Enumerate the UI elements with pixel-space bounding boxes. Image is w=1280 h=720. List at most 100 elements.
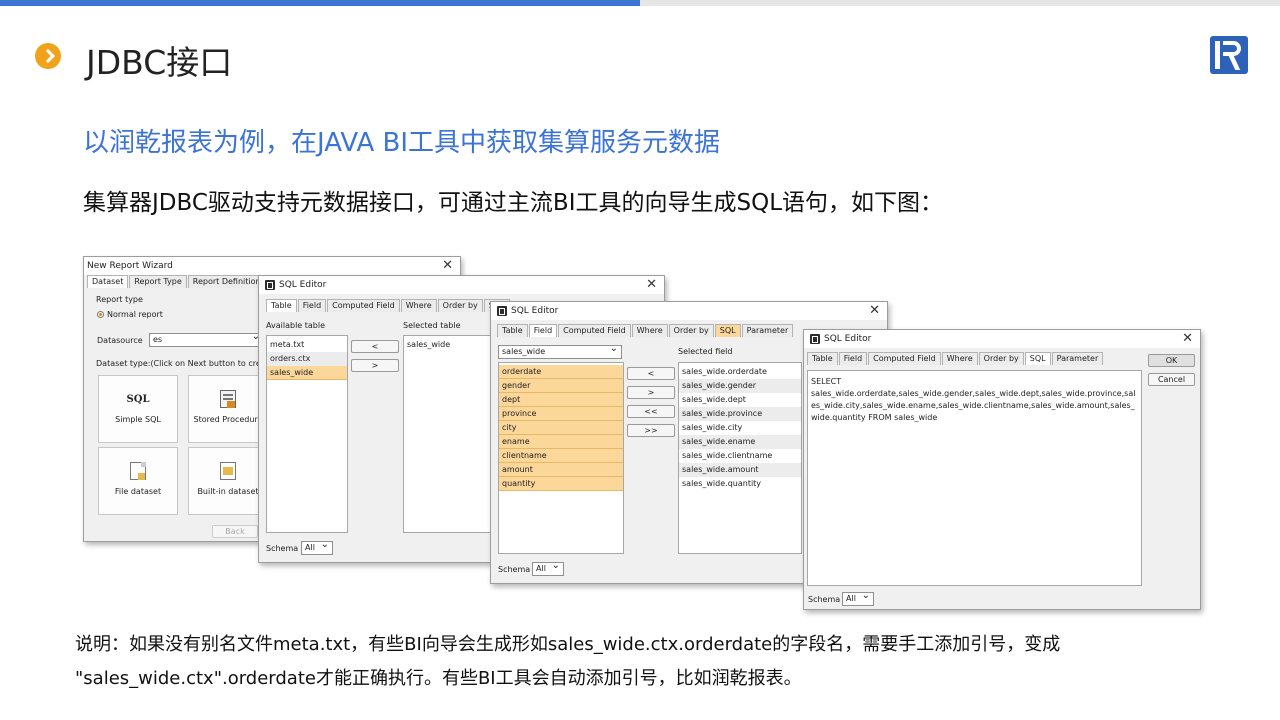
list-item[interactable]: sales_wide.ename	[679, 435, 801, 449]
schema-label: Schema	[498, 565, 531, 574]
add-table-button[interactable]: >	[351, 359, 399, 372]
editor1-tabs: Table Field Computed Field Where Order b…	[266, 299, 511, 312]
list-item[interactable]: orderdate	[499, 365, 623, 379]
tab-report-type[interactable]: Report Type	[129, 275, 187, 288]
editor3-title: SQL Editor	[824, 334, 872, 344]
list-item[interactable]: gender	[499, 379, 623, 393]
editor1-title: SQL Editor	[279, 280, 327, 290]
list-item[interactable]: sales_wide.clientname	[679, 449, 801, 463]
wizard-titlebar: New Report Wizard ✕	[84, 257, 460, 275]
list-item[interactable]: sales_wide.province	[679, 407, 801, 421]
sql-body-text: sales_wide.orderdate,sales_wide.gender,s…	[811, 389, 1136, 422]
file-dataset-button[interactable]: File dataset	[98, 447, 178, 515]
tab-where[interactable]: Where	[631, 324, 668, 337]
slide-description: 集算器JDBC驱动支持元数据接口，可通过主流BI工具的向导生成SQL语句，如下图…	[83, 190, 944, 216]
normal-report-radio[interactable]	[97, 311, 104, 318]
list-item[interactable]: meta.txt	[267, 338, 347, 352]
stored-procedure-button[interactable]: Stored Procedure	[188, 375, 268, 443]
builtin-dataset-button[interactable]: Built-in dataset	[188, 447, 268, 515]
editor2-titlebar: SQL Editor ✕	[491, 302, 887, 320]
tab-order-by[interactable]: Order by	[978, 352, 1024, 365]
close-icon[interactable]: ✕	[646, 277, 657, 292]
list-item[interactable]: sales_wide	[267, 366, 347, 380]
top-gray-bar	[640, 0, 1280, 6]
sql-text-area[interactable]: SELECT sales_wide.orderdate,sales_wide.g…	[807, 370, 1142, 586]
wizard-tabs: Dataset Report Type Report Definition	[87, 275, 267, 288]
tab-sql[interactable]: SQL	[1024, 352, 1051, 365]
selected-table-list: sales_wide	[403, 335, 495, 533]
simple-sql-label: Simple SQL	[115, 415, 161, 424]
tab-where[interactable]: Where	[400, 299, 437, 312]
tab-field[interactable]: Field	[528, 324, 558, 337]
slide-title: JDBC接口	[86, 43, 233, 82]
list-item[interactable]: sales_wide.city	[679, 421, 801, 435]
list-item[interactable]: quantity	[499, 477, 623, 491]
remove-all-button[interactable]: <<	[627, 405, 675, 418]
available-table-list: meta.txt orders.ctx sales_wide	[266, 335, 348, 533]
stored-procedure-label: Stored Procedure	[193, 415, 263, 424]
tab-where[interactable]: Where	[941, 352, 978, 365]
tab-computed-field[interactable]: Computed Field	[558, 324, 631, 337]
list-item[interactable]: ename	[499, 435, 623, 449]
tab-table[interactable]: Table	[266, 299, 297, 312]
add-all-button[interactable]: >>	[627, 424, 675, 437]
list-item[interactable]: sales_wide.amount	[679, 463, 801, 477]
editor2-title: SQL Editor	[511, 306, 559, 316]
editor3-tabs: Table Field Computed Field Where Order b…	[807, 352, 1104, 365]
tab-parameter[interactable]: Parameter	[741, 324, 794, 337]
editor2-tabs: Table Field Computed Field Where Order b…	[497, 324, 794, 337]
tab-sql[interactable]: SQL	[714, 324, 741, 337]
schema-select[interactable]: All	[842, 590, 874, 606]
tab-computed-field[interactable]: Computed Field	[327, 299, 400, 312]
list-item[interactable]: sales_wide.quantity	[679, 477, 801, 491]
editor1-titlebar: SQL Editor ✕	[259, 276, 664, 294]
tab-report-definition[interactable]: Report Definition	[187, 275, 266, 288]
close-icon[interactable]: ✕	[869, 303, 880, 318]
table-select[interactable]: sales_wide	[498, 343, 622, 359]
tab-field[interactable]: Field	[297, 299, 327, 312]
tab-table[interactable]: Table	[807, 352, 838, 365]
note-line-2: "sales_wide.ctx".orderdate才能正确执行。有些BI工具会…	[75, 668, 802, 689]
list-item[interactable]: dept	[499, 393, 623, 407]
list-item[interactable]: sales_wide.dept	[679, 393, 801, 407]
list-item[interactable]: amount	[499, 463, 623, 477]
add-field-button[interactable]: >	[627, 386, 675, 399]
tab-table[interactable]: Table	[497, 324, 528, 337]
report-type-label: Report type	[96, 295, 143, 304]
tab-order-by[interactable]: Order by	[668, 324, 714, 337]
list-item[interactable]: sales_wide	[404, 338, 494, 352]
builtin-dataset-label: Built-in dataset	[197, 487, 259, 496]
close-icon[interactable]: ✕	[442, 258, 453, 273]
remove-table-button[interactable]: <	[351, 340, 399, 353]
sql-icon: SQL	[126, 394, 150, 405]
remove-field-button[interactable]: <	[627, 367, 675, 380]
procedure-icon	[220, 390, 236, 408]
list-item[interactable]: city	[499, 421, 623, 435]
list-item[interactable]: sales_wide.gender	[679, 379, 801, 393]
schema-label: Schema	[266, 544, 299, 553]
list-item[interactable]: sales_wide.orderdate	[679, 365, 801, 379]
cancel-button[interactable]: Cancel	[1148, 373, 1195, 386]
chevron-right-icon	[35, 43, 61, 69]
tab-parameter[interactable]: Parameter	[1051, 352, 1104, 365]
close-icon[interactable]: ✕	[1182, 331, 1193, 346]
tab-computed-field[interactable]: Computed Field	[868, 352, 941, 365]
selected-field-label: Selected field	[678, 347, 733, 356]
tab-field[interactable]: Field	[838, 352, 868, 365]
simple-sql-button[interactable]: SQL Simple SQL	[98, 375, 178, 443]
ok-button[interactable]: OK	[1148, 354, 1195, 367]
file-dataset-label: File dataset	[114, 487, 162, 496]
back-button[interactable]: Back	[212, 525, 258, 538]
sql-select-keyword: SELECT	[811, 377, 842, 386]
wizard-title: New Report Wizard	[87, 261, 173, 271]
tab-order-by[interactable]: Order by	[437, 299, 483, 312]
app-icon	[810, 334, 820, 344]
list-item[interactable]: province	[499, 407, 623, 421]
tab-dataset[interactable]: Dataset	[87, 275, 129, 288]
schema-label: Schema	[808, 595, 841, 604]
schema-select[interactable]: All	[532, 560, 564, 576]
list-item[interactable]: orders.ctx	[267, 352, 347, 366]
schema-select[interactable]: All	[301, 539, 333, 555]
list-item[interactable]: clientname	[499, 449, 623, 463]
datasource-select[interactable]: es	[149, 331, 264, 347]
